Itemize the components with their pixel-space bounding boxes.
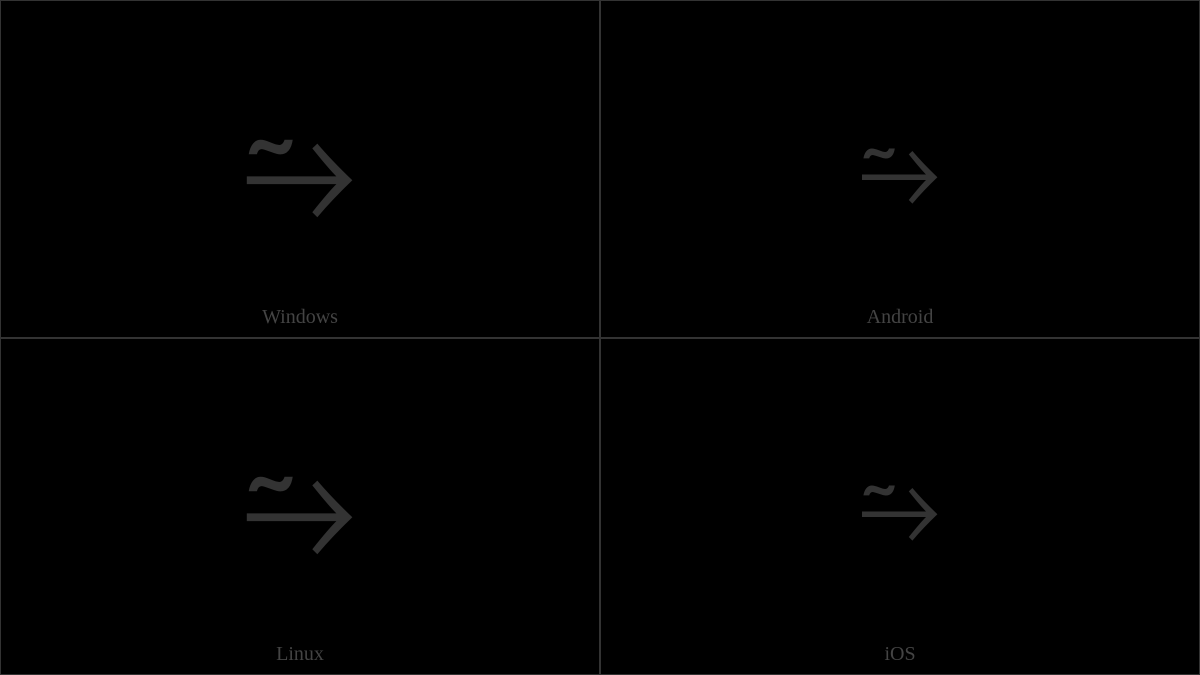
glyph-linux: ⥲ <box>244 436 356 576</box>
label-android: Android <box>867 306 934 329</box>
glyph-android: ⥲ <box>860 119 940 219</box>
glyph-cell-ios: ⥲ iOS <box>600 338 1200 675</box>
glyph-ios: ⥲ <box>860 456 940 556</box>
glyph-cell-android: ⥲ Android <box>600 0 1200 338</box>
label-linux: Linux <box>276 643 324 666</box>
label-ios: iOS <box>884 643 915 666</box>
glyph-windows: ⥲ <box>244 99 356 239</box>
glyph-cell-linux: ⥲ Linux <box>0 338 600 675</box>
label-windows: Windows <box>262 306 338 329</box>
glyph-cell-windows: ⥲ Windows <box>0 0 600 338</box>
